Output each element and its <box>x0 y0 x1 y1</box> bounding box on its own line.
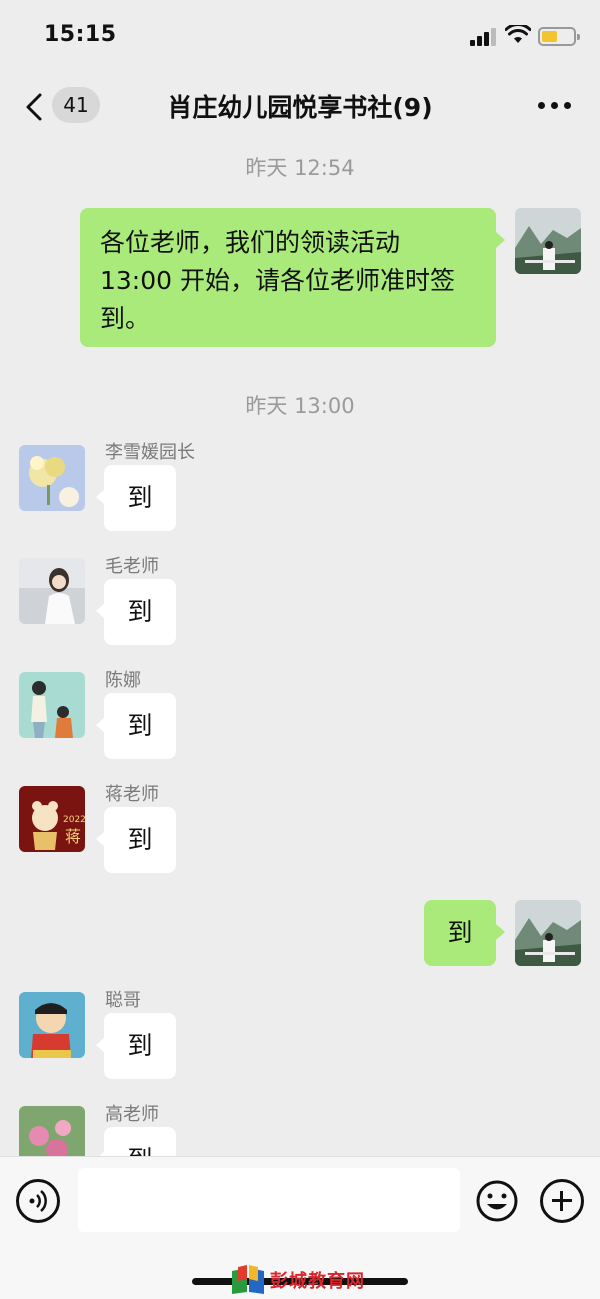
my-avatar[interactable] <box>515 900 581 966</box>
avatar-mao[interactable] <box>19 558 85 624</box>
my-avatar[interactable] <box>515 208 581 274</box>
sender-name: 李雪媛园长 <box>105 442 195 463</box>
message-bubble-incoming[interactable]: 到 <box>96 465 176 531</box>
jiang-avatar-char: 蒋 <box>65 827 81 846</box>
message-list[interactable]: 昨天 12:54 各位老师，我们的领读活动 13:00 开始，请各位老师准时签到… <box>0 140 600 1156</box>
message-text: 到 <box>127 711 153 740</box>
message-text: 到 <box>127 825 153 854</box>
timestamp-separator: 昨天 13:00 <box>245 394 355 418</box>
timestamp-separator: 昨天 12:54 <box>245 156 355 180</box>
watermark: 彭城教育网 <box>230 1263 365 1297</box>
chat-header: 41 肖庄幼儿园悦享书社(9) <box>0 74 600 140</box>
message-bubble-incoming[interactable]: 到 <box>96 693 176 759</box>
sender-name: 陈娜 <box>105 670 141 691</box>
watermark-text: 彭城教育网 <box>270 1271 365 1292</box>
avatar-congge[interactable] <box>19 992 85 1058</box>
status-bar: 15:15 <box>0 0 600 74</box>
message-input[interactable] <box>78 1168 460 1232</box>
avatar-li[interactable] <box>19 445 85 511</box>
back-arrow-icon[interactable] <box>22 92 48 122</box>
unread-count-badge[interactable]: 41 <box>52 87 100 123</box>
voice-input-button[interactable] <box>16 1179 60 1223</box>
status-time: 15:15 <box>44 22 117 47</box>
book-logo-icon <box>232 1265 264 1294</box>
message-bubble-incoming[interactable]: 到 <box>96 807 176 873</box>
message-text: 到 <box>447 918 473 947</box>
avatar-gao[interactable] <box>19 1106 85 1156</box>
sender-name: 蒋老师 <box>105 784 159 805</box>
chat-screen: 15:15 41 肖庄幼儿园悦享书社(9) 昨天 12:54 各位老师，我们的领… <box>0 0 600 1299</box>
wifi-icon <box>505 25 531 43</box>
sender-name: 高老师 <box>105 1104 159 1125</box>
chat-title: 肖庄幼儿园悦享书社(9) <box>167 93 433 122</box>
battery-icon <box>538 27 580 46</box>
message-text: 各位老师，我们的领读活动 13:00 开始，请各位老师准时签到。 <box>100 228 455 333</box>
avatar-jiang[interactable]: 2022 蒋 <box>19 786 85 852</box>
message-bubble-incoming[interactable]: 到 <box>96 1013 176 1079</box>
sender-name: 聪哥 <box>105 990 141 1011</box>
jiang-avatar-year: 2022 <box>63 815 85 825</box>
message-text: 到 <box>127 483 153 512</box>
message-bubble-outgoing[interactable]: 各位老师，我们的领读活动 13:00 开始，请各位老师准时签到。 <box>80 208 505 347</box>
message-text: 到 <box>127 597 153 626</box>
message-bubble-outgoing[interactable]: 到 <box>424 900 505 966</box>
avatar-chen[interactable] <box>19 672 85 738</box>
sender-name: 毛老师 <box>105 556 159 577</box>
emoji-button[interactable] <box>475 1179 519 1223</box>
input-bar: 彭城教育网 <box>0 1156 600 1299</box>
more-options-icon[interactable] <box>538 102 572 110</box>
more-functions-button[interactable] <box>540 1179 584 1223</box>
signal-icon <box>470 28 496 46</box>
message-text: 到 <box>127 1031 153 1060</box>
message-text: 到 <box>127 1145 152 1156</box>
message-bubble-incoming[interactable]: 到 <box>96 1127 176 1156</box>
message-bubble-incoming[interactable]: 到 <box>96 579 176 645</box>
voice-icon <box>29 1190 47 1212</box>
